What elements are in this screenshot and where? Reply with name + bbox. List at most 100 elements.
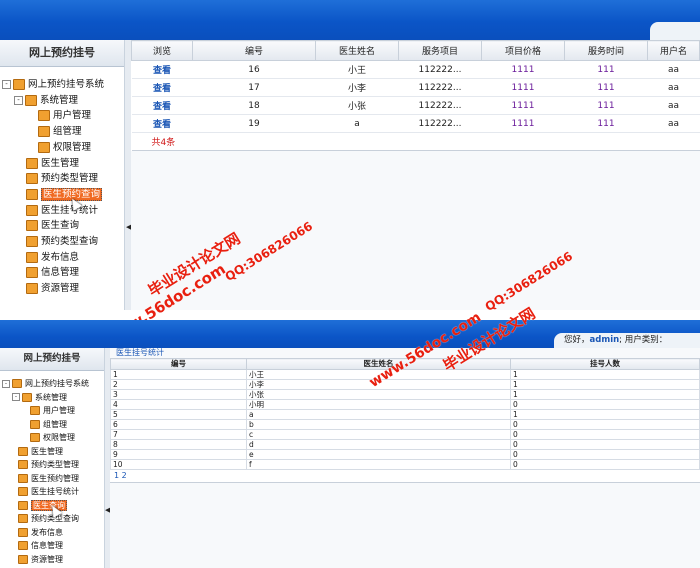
tree-node-icon	[26, 188, 38, 200]
view-link[interactable]: 查看	[131, 60, 193, 79]
sidebar-item[interactable]: 预约类型管理	[26, 172, 98, 186]
sidebar-item[interactable]: 医生管理	[26, 157, 79, 171]
sidebar-item-label: 医生查询	[41, 220, 80, 232]
table-cell: 8	[110, 439, 247, 450]
record-count: 共4条	[131, 132, 700, 151]
sidebar-item[interactable]: 信息管理	[18, 540, 63, 552]
view-link[interactable]: 查看	[131, 114, 193, 133]
table-row: 9e0	[110, 449, 700, 460]
table-cell: 1	[510, 409, 700, 420]
sidebar-item[interactable]: 发布信息	[26, 251, 79, 265]
sidebar-item-label: 信息管理	[31, 541, 63, 550]
column-header[interactable]: 服务时间	[564, 40, 648, 61]
sidebar-item[interactable]: 预约类型查询	[18, 513, 79, 525]
sidebar-item[interactable]: - 系统管理	[12, 392, 67, 404]
column-header[interactable]: 浏览	[131, 40, 193, 61]
tree-node-icon	[30, 433, 40, 442]
sidebar-item[interactable]: 组管理	[30, 419, 67, 431]
view-link[interactable]: 查看	[131, 78, 193, 97]
header-tab-area	[650, 22, 700, 40]
sidebar-item-label: 资源管理	[41, 283, 80, 295]
sidebar-item[interactable]: 资源管理	[18, 554, 63, 566]
tree-node-icon	[38, 141, 50, 153]
column-header[interactable]: 医生姓名	[315, 40, 399, 61]
sidebar-item[interactable]: 资源管理	[26, 282, 79, 296]
table-cell: 2	[110, 379, 247, 390]
table-row: 3 小张 1	[110, 389, 700, 400]
user-type-label: ; 用户类别：	[619, 335, 668, 345]
sidebar-item[interactable]: - 网上预约挂号系统	[2, 78, 104, 92]
appointment-table: 浏览 编号 医生姓名 服务项目 项目价格 服务时间 用户名 查看 16 小王 1122…	[131, 40, 700, 151]
sidebar-item-label: 系统管理	[40, 94, 79, 106]
table-row: 查看 16 小王 112222... 1111 111 aa	[131, 60, 700, 79]
table-cell: a	[246, 409, 511, 420]
table-row: 2 小李 1	[110, 379, 700, 390]
username-text: admin	[589, 335, 620, 345]
table-row: 查看 19 a 112222... 1111 111 aa	[131, 114, 700, 133]
sidebar-item[interactable]: 权限管理	[30, 432, 75, 444]
table-cell: 1111	[481, 60, 565, 79]
sidebar-item-label: 医生预约管理	[31, 473, 79, 483]
sidebar-item[interactable]: - 系统管理	[14, 94, 78, 108]
sidebar-item[interactable]: 权限管理	[38, 141, 91, 155]
table-cell: 1	[510, 369, 700, 380]
tree-node-icon	[12, 379, 22, 388]
sidebar-item[interactable]: - 网上预约挂号系统	[2, 378, 89, 390]
tree-node-icon	[26, 236, 38, 247]
table-cell: 112222...	[398, 78, 482, 97]
sidebar-item[interactable]: 预约类型查询	[26, 235, 98, 249]
tree-expander-icon[interactable]: -	[2, 80, 11, 89]
table-cell: d	[246, 439, 511, 450]
table-cell: 19	[192, 114, 316, 133]
sidebar-item[interactable]: 医生管理	[18, 446, 63, 458]
top-header-banner	[0, 0, 700, 40]
table-cell: 1	[110, 369, 247, 380]
sidebar-item-label: 医生挂号统计	[41, 204, 99, 216]
table-cell: aa	[647, 78, 700, 97]
sidebar-item[interactable]: 用户管理	[38, 109, 91, 123]
tree-expander-icon[interactable]: -	[12, 393, 20, 401]
column-header[interactable]: 项目价格	[481, 40, 565, 61]
view-link[interactable]: 查看	[131, 96, 193, 115]
tree-expander-icon[interactable]: -	[14, 95, 23, 105]
table-cell: 111	[564, 78, 648, 97]
sidebar-item[interactable]: 预约类型管理	[18, 459, 79, 471]
tree-node-icon	[18, 541, 28, 550]
sidebar-item[interactable]: 组管理	[38, 125, 82, 139]
sidebar-item-label: 医生管理	[41, 157, 80, 169]
table-cell: 17	[192, 78, 316, 97]
table-cell: aa	[647, 96, 700, 115]
sidebar-item[interactable]: 医生查询	[26, 219, 79, 233]
tree-node-icon	[18, 446, 28, 456]
table-cell: 5	[110, 409, 247, 420]
sidebar-item-label: 用户管理	[53, 110, 92, 122]
sidebar-item-label: 医生挂号统计	[31, 487, 79, 496]
sidebar-item[interactable]: 信息管理	[26, 266, 79, 280]
pagination[interactable]: 1 2	[110, 470, 700, 483]
column-header[interactable]: 编号	[192, 40, 316, 61]
sidebar-item[interactable]: 发布信息	[18, 527, 63, 539]
column-header[interactable]: 挂号人数	[510, 358, 700, 370]
tree-node-icon	[22, 392, 32, 402]
table-row: 8d0	[110, 439, 700, 450]
sidebar-item-label: 预约类型管理	[31, 460, 79, 469]
main-content: 医生挂号统计 编号 医生姓名 挂号人数 1 小王 1 2 小李 1 3 小张 1 4 小明 0 5 a 1 6…	[110, 348, 700, 568]
tree-expander-icon[interactable]: -	[2, 379, 10, 388]
sidebar-item[interactable]: 医生挂号统计	[26, 204, 98, 218]
tree-node-icon	[26, 220, 38, 232]
tree-node-icon	[25, 94, 37, 106]
table-row: 10 f 0	[110, 459, 700, 470]
table-cell: 小王	[315, 60, 399, 79]
sidebar-item[interactable]: 医生预约查询	[26, 187, 103, 202]
table-cell: 112222...	[398, 114, 482, 133]
column-header[interactable]: 服务项目	[398, 40, 482, 61]
sidebar-item[interactable]: 医生预约管理	[18, 473, 79, 485]
table-cell: 0	[510, 429, 700, 440]
tree-node-icon	[18, 500, 28, 510]
column-header[interactable]: 用户名	[647, 40, 700, 61]
table-cell: 3	[110, 389, 247, 400]
sidebar-item[interactable]: 用户管理	[30, 405, 75, 417]
sidebar-item[interactable]: 医生挂号统计	[18, 486, 79, 498]
column-header[interactable]: 编号	[110, 358, 247, 370]
table-row: 6b0	[110, 419, 700, 430]
